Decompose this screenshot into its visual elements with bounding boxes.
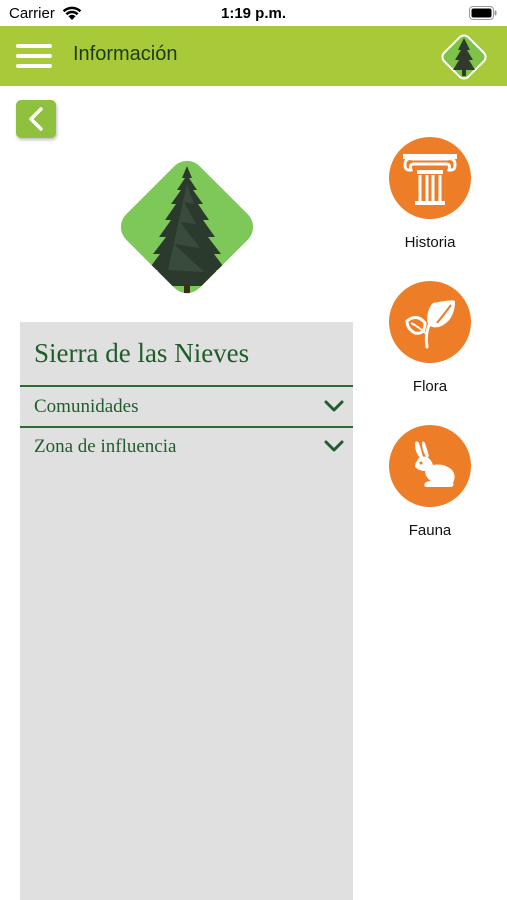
side-menu-label: Flora — [412, 378, 448, 395]
accordion-item-comunidades[interactable]: Comunidades — [20, 388, 353, 426]
chevron-down-icon — [324, 400, 344, 412]
side-menu-flora[interactable]: Flora — [387, 281, 473, 401]
info-panel: Sierra de las Nieves Comunidades Zona de… — [20, 322, 353, 900]
column-icon — [403, 154, 457, 205]
accordion-item-zona-de-influencia[interactable]: Zona de influencia — [20, 428, 353, 466]
side-menu-historia[interactable]: Historia — [387, 137, 473, 257]
hamburger-menu-icon[interactable] — [16, 42, 52, 70]
clock-label: 1:19 p.m. — [220, 5, 287, 22]
accordion-label: Comunidades — [34, 396, 139, 417]
status-bar: Carrier 1:19 p.m. — [0, 0, 507, 26]
historia-button[interactable] — [389, 137, 471, 219]
navigation-bar: Información — [0, 26, 507, 86]
rabbit-icon — [415, 441, 455, 487]
app-screen: Carrier 1:19 p.m. Información Sierra de … — [0, 0, 507, 900]
battery-icon — [469, 6, 497, 20]
fir-tree-image — [120, 160, 254, 301]
leaf-icon — [405, 300, 455, 349]
side-menu-fauna[interactable]: Fauna — [387, 425, 473, 545]
page-title: Información — [73, 43, 178, 65]
flora-button[interactable] — [389, 281, 471, 363]
side-menu-label: Historia — [404, 234, 456, 251]
side-menu-label: Fauna — [408, 522, 452, 539]
chevron-left-icon — [29, 107, 43, 131]
panel-title: Sierra de las Nieves — [34, 338, 250, 368]
accordion-label: Zona de influencia — [34, 436, 177, 457]
fauna-button[interactable] — [389, 425, 471, 507]
divider — [20, 385, 353, 387]
chevron-down-icon — [324, 440, 344, 452]
tree-logo-icon — [441, 34, 487, 80]
back-button[interactable] — [16, 100, 56, 138]
